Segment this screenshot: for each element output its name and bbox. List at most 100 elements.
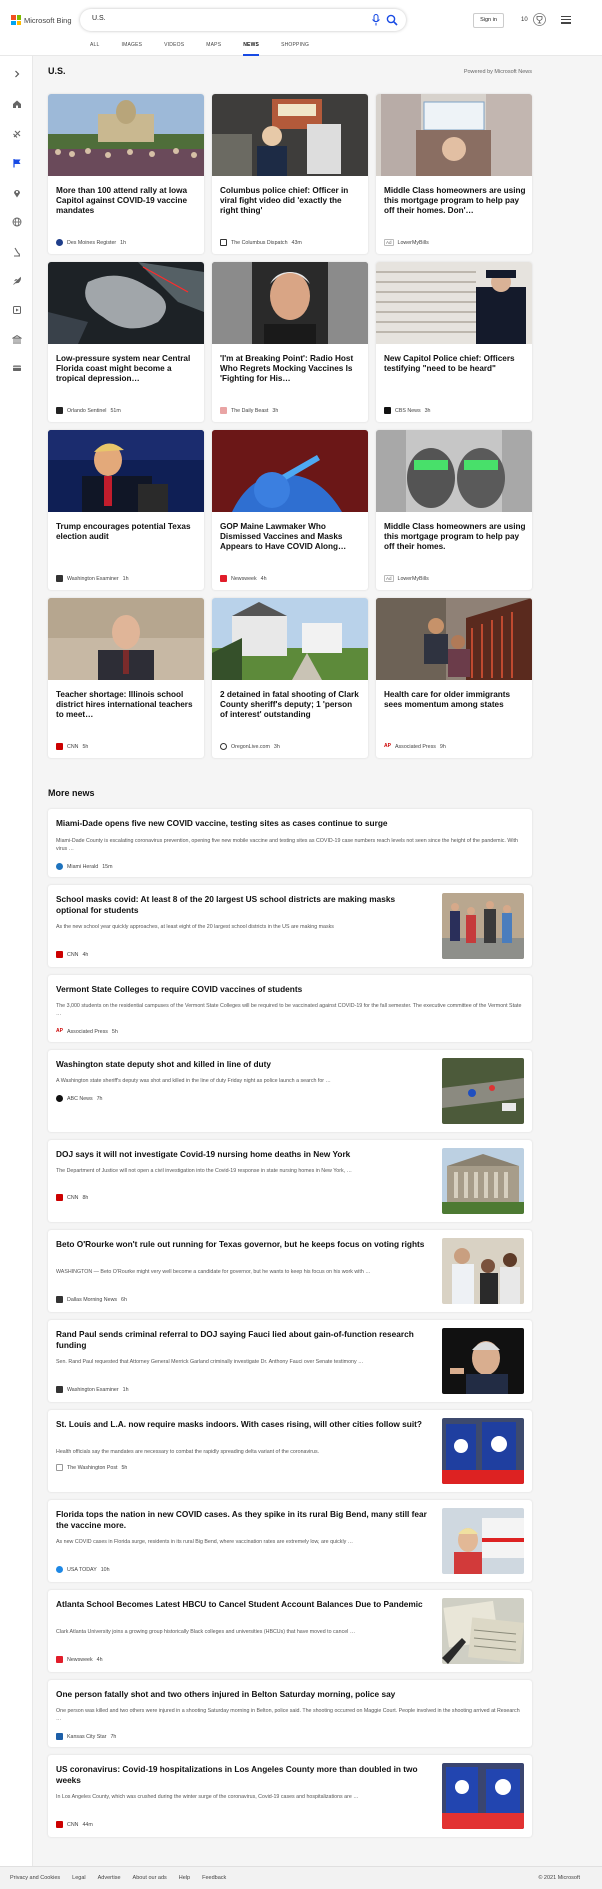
- item-source[interactable]: CNN: [67, 1195, 78, 1201]
- bing-logo[interactable]: Microsoft Bing: [11, 15, 72, 25]
- card-title[interactable]: 2 detained in fatal shooting of Clark Co…: [220, 690, 362, 721]
- news-card[interactable]: More than 100 attend rally at Iowa Capit…: [48, 94, 204, 254]
- footer-link-privacy[interactable]: Privacy and Cookies: [10, 1875, 60, 1881]
- footer-link-feedback[interactable]: Feedback: [202, 1875, 226, 1881]
- news-card[interactable]: Teacher shortage: Illinois school distri…: [48, 598, 204, 758]
- news-list-item[interactable]: DOJ says it will not investigate Covid-1…: [48, 1140, 532, 1222]
- money-card-icon[interactable]: [11, 362, 22, 373]
- reward-points[interactable]: 10: [521, 17, 528, 23]
- tab-news[interactable]: NEWS: [243, 40, 260, 56]
- card-source[interactable]: OregonLive.com: [231, 744, 270, 750]
- news-list-item[interactable]: St. Louis and L.A. now require masks ind…: [48, 1410, 532, 1492]
- signin-button[interactable]: Sign in: [473, 13, 504, 28]
- card-title[interactable]: Low-pressure system near Central Florida…: [56, 354, 198, 385]
- item-title[interactable]: One person fatally shot and two others i…: [56, 1689, 524, 1700]
- sports-icon[interactable]: [11, 128, 22, 139]
- card-title[interactable]: Middle Class homeowners are using this m…: [384, 522, 526, 553]
- card-source[interactable]: Associated Press: [395, 744, 436, 750]
- card-title[interactable]: Middle Class homeowners are using this m…: [384, 186, 526, 217]
- footer-link-help[interactable]: Help: [179, 1875, 190, 1881]
- news-card[interactable]: GOP Maine Lawmaker Who Dismissed Vaccine…: [212, 430, 368, 590]
- item-title[interactable]: Beto O'Rourke won't rule out running for…: [56, 1239, 428, 1250]
- item-title[interactable]: DOJ says it will not investigate Covid-1…: [56, 1149, 428, 1160]
- news-list-item[interactable]: School masks covid: At least 8 of the 20…: [48, 885, 532, 967]
- item-source[interactable]: Newsweek: [67, 1657, 93, 1663]
- item-title[interactable]: Washington state deputy shot and killed …: [56, 1059, 428, 1070]
- card-source[interactable]: Washington Examiner: [67, 576, 119, 582]
- news-list-item[interactable]: One person fatally shot and two others i…: [48, 1680, 532, 1747]
- item-source[interactable]: Washington Examiner: [67, 1387, 119, 1393]
- item-title[interactable]: Rand Paul sends criminal referral to DOJ…: [56, 1329, 428, 1351]
- rocket-icon[interactable]: [11, 275, 22, 286]
- footer-link-about-ads[interactable]: About our ads: [133, 1875, 167, 1881]
- news-card[interactable]: Health care for older immigrants sees mo…: [376, 598, 532, 758]
- card-source[interactable]: The Columbus Dispatch: [231, 240, 288, 246]
- tab-videos[interactable]: VIDEOS: [164, 40, 184, 56]
- item-title[interactable]: St. Louis and L.A. now require masks ind…: [56, 1419, 428, 1430]
- ad-card[interactable]: Middle Class homeowners are using this m…: [376, 94, 532, 254]
- location-pin-icon[interactable]: [11, 187, 22, 198]
- news-list-item[interactable]: Florida tops the nation in new COVID cas…: [48, 1500, 532, 1582]
- us-flag-icon[interactable]: [11, 157, 22, 168]
- card-title[interactable]: GOP Maine Lawmaker Who Dismissed Vaccine…: [220, 522, 362, 553]
- search-box[interactable]: U.S.: [80, 9, 406, 31]
- home-icon[interactable]: [11, 98, 22, 109]
- news-list-item[interactable]: Vermont State Colleges to require COVID …: [48, 975, 532, 1042]
- tab-images[interactable]: IMAGES: [122, 40, 143, 56]
- science-microscope-icon[interactable]: [11, 246, 22, 257]
- globe-icon[interactable]: [11, 216, 22, 227]
- item-source[interactable]: CNN: [67, 952, 78, 958]
- item-title[interactable]: Miami-Dade opens five new COVID vaccine,…: [56, 818, 524, 829]
- item-title[interactable]: Atlanta School Becomes Latest HBCU to Ca…: [56, 1599, 428, 1610]
- item-source[interactable]: CNN: [67, 1822, 78, 1828]
- news-list-item[interactable]: Beto O'Rourke won't rule out running for…: [48, 1230, 532, 1312]
- news-card[interactable]: Columbus police chief: Officer in viral …: [212, 94, 368, 254]
- card-title[interactable]: Health care for older immigrants sees mo…: [384, 690, 526, 710]
- entertainment-film-icon[interactable]: [11, 304, 22, 315]
- tab-shopping[interactable]: SHOPPING: [281, 40, 309, 56]
- card-title[interactable]: Trump encourages potential Texas electio…: [56, 522, 198, 542]
- news-card[interactable]: Trump encourages potential Texas electio…: [48, 430, 204, 590]
- card-title[interactable]: More than 100 attend rally at Iowa Capit…: [56, 186, 198, 217]
- card-source[interactable]: Orlando Sentinel: [67, 408, 106, 414]
- footer-link-legal[interactable]: Legal: [72, 1875, 85, 1881]
- item-title[interactable]: US coronavirus: Covid-19 hospitalization…: [56, 1764, 428, 1786]
- tab-all[interactable]: ALL: [90, 40, 100, 56]
- item-source[interactable]: Kansas City Star: [67, 1734, 106, 1740]
- item-title[interactable]: School masks covid: At least 8 of the 20…: [56, 894, 428, 916]
- card-source[interactable]: CBS News: [395, 408, 421, 414]
- item-source[interactable]: Dallas Morning News: [67, 1297, 117, 1303]
- news-list-item[interactable]: US coronavirus: Covid-19 hospitalization…: [48, 1755, 532, 1837]
- item-source[interactable]: USA TODAY: [67, 1567, 97, 1573]
- powered-by-text[interactable]: Powered by Microsoft News: [464, 69, 532, 75]
- card-source[interactable]: LowerMyBills: [398, 576, 429, 582]
- news-list-item[interactable]: Rand Paul sends criminal referral to DOJ…: [48, 1320, 532, 1402]
- news-card[interactable]: 2 detained in fatal shooting of Clark Co…: [212, 598, 368, 758]
- item-title[interactable]: Florida tops the nation in new COVID cas…: [56, 1509, 428, 1531]
- news-card[interactable]: New Capitol Police chief: Officers testi…: [376, 262, 532, 422]
- card-source[interactable]: Newsweek: [231, 576, 257, 582]
- politics-capitol-icon[interactable]: [11, 333, 22, 344]
- news-list-item[interactable]: Miami-Dade opens five new COVID vaccine,…: [48, 809, 532, 877]
- search-input[interactable]: U.S.: [92, 15, 106, 22]
- microphone-icon[interactable]: [371, 14, 381, 26]
- item-source[interactable]: Associated Press: [67, 1029, 108, 1035]
- footer-link-advertise[interactable]: Advertise: [98, 1875, 121, 1881]
- card-source[interactable]: The Daily Beast: [231, 408, 268, 414]
- card-source[interactable]: Des Moines Register: [67, 240, 116, 246]
- card-title[interactable]: Teacher shortage: Illinois school distri…: [56, 690, 198, 721]
- item-title[interactable]: Vermont State Colleges to require COVID …: [56, 984, 524, 995]
- card-title[interactable]: Columbus police chief: Officer in viral …: [220, 186, 362, 217]
- news-list-item[interactable]: Atlanta School Becomes Latest HBCU to Ca…: [48, 1590, 532, 1672]
- card-source[interactable]: CNN: [67, 744, 78, 750]
- hamburger-menu-icon[interactable]: [561, 16, 571, 24]
- ad-card[interactable]: Middle Class homeowners are using this m…: [376, 430, 532, 590]
- tab-maps[interactable]: MAPS: [206, 40, 221, 56]
- card-title[interactable]: 'I'm at Breaking Point': Radio Host Who …: [220, 354, 362, 385]
- search-icon[interactable]: [386, 14, 398, 26]
- card-title[interactable]: New Capitol Police chief: Officers testi…: [384, 354, 526, 374]
- expand-rail-chevron-right-icon[interactable]: [11, 68, 22, 79]
- card-source[interactable]: LowerMyBills: [398, 240, 429, 246]
- news-card[interactable]: Low-pressure system near Central Florida…: [48, 262, 204, 422]
- news-list-item[interactable]: Washington state deputy shot and killed …: [48, 1050, 532, 1132]
